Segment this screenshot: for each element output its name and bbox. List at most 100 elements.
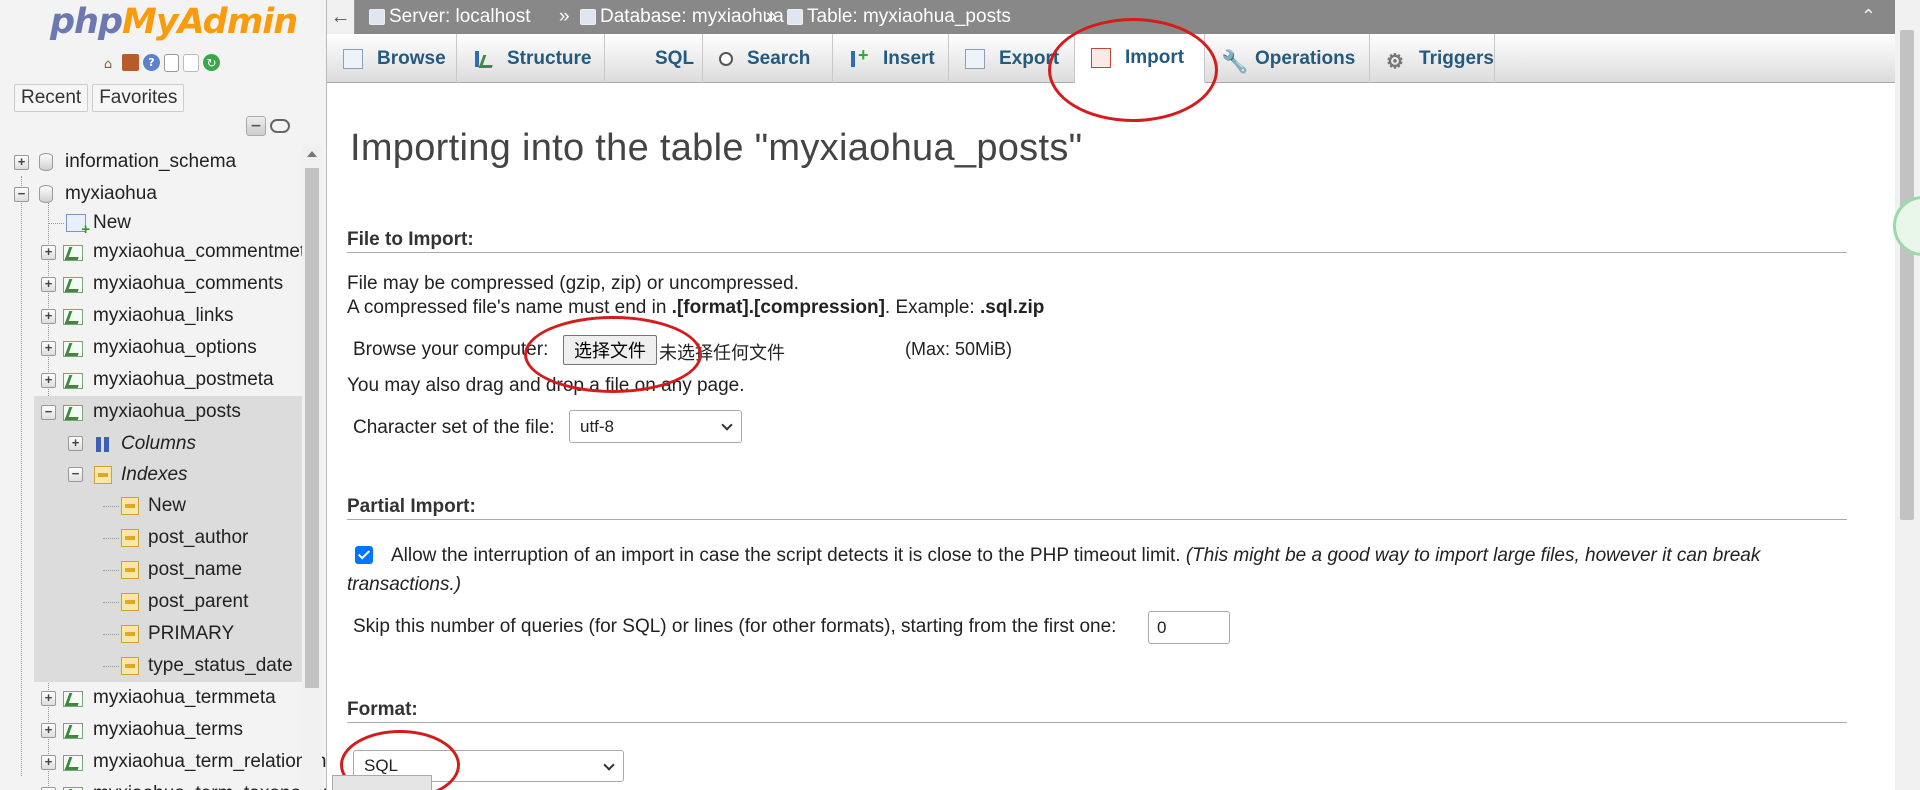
tree-index-new[interactable]: New (0, 490, 302, 522)
recent-tab[interactable]: Recent (14, 84, 89, 112)
tree-label[interactable]: New (93, 212, 131, 234)
format-value: SQL (364, 756, 399, 775)
scrollbar-thumb[interactable] (1900, 30, 1914, 520)
tab-operations[interactable]: 🔧 Operations (1205, 34, 1370, 83)
tree-db-information-schema[interactable]: + information_schema (0, 146, 302, 178)
console-tab[interactable] (332, 775, 432, 790)
tree-index-item[interactable]: post_author (0, 522, 302, 554)
allow-interrupt-checkbox[interactable] (355, 546, 373, 564)
collapse-top-icon[interactable]: ⌃ (1861, 6, 1876, 27)
breadcrumb: ← Server: localhost » Database: myxiaohu… (327, 0, 1900, 34)
expand-icon[interactable]: + (41, 722, 56, 738)
breadcrumb-sep: » (559, 6, 570, 28)
home-icon[interactable]: ⌂ (98, 54, 118, 74)
tree-label[interactable]: myxiaohua_terms (93, 719, 243, 741)
expand-icon[interactable]: + (68, 436, 83, 451)
tab-search[interactable]: Search (703, 34, 833, 83)
tree-table-terms[interactable]: + myxiaohua_terms (0, 714, 302, 746)
tab-triggers[interactable]: ⚙ Triggers (1370, 34, 1495, 83)
page-scrollbar[interactable] (1895, 0, 1920, 790)
tab-import[interactable]: Import (1075, 34, 1205, 83)
phpmyadmin-logo[interactable]: phpMyAdmin (50, 2, 298, 42)
tree-label[interactable]: myxiaohua_options (93, 337, 257, 359)
docs-icon[interactable] (164, 54, 179, 72)
tree-label[interactable]: post_parent (148, 591, 248, 613)
tree-index-item[interactable]: PRIMARY (0, 618, 302, 650)
tree-label[interactable]: myxiaohua (65, 183, 157, 205)
tree-label[interactable]: myxiaohua_postmeta (93, 369, 274, 391)
breadcrumb-database[interactable]: Database: myxiaohua (580, 6, 784, 28)
collapse-icon[interactable]: − (14, 186, 29, 202)
exit-icon[interactable] (122, 54, 139, 71)
scrollbar-thumb[interactable] (305, 168, 319, 688)
expand-icon[interactable]: + (14, 154, 29, 170)
reload-icon[interactable]: ↻ (203, 54, 220, 71)
tab-export[interactable]: Export (949, 34, 1075, 83)
link-with-main-icon[interactable] (270, 119, 290, 133)
tab-browse[interactable]: Browse (327, 34, 457, 83)
tree-new-table[interactable]: New (0, 210, 302, 238)
logo-myadmin-text: MyAdmin (122, 2, 298, 42)
tree-label[interactable]: post_author (148, 527, 248, 549)
tree-label[interactable]: Columns (121, 433, 196, 455)
tree-label[interactable]: myxiaohua_termmeta (93, 687, 276, 709)
charset-label: Character set of the file: (353, 417, 555, 438)
tree-label[interactable]: myxiaohua_comments (93, 273, 283, 295)
expand-icon[interactable]: + (41, 308, 56, 324)
expand-icon[interactable]: + (41, 276, 56, 292)
settings-icon[interactable] (183, 54, 199, 72)
breadcrumb-server-label: Server: localhost (389, 6, 531, 27)
tree-label[interactable]: myxiaohua_term_taxonomy (93, 783, 326, 790)
charset-select[interactable]: utf-8 (569, 410, 742, 443)
tab-sql[interactable]: SQL (605, 34, 703, 83)
expand-icon[interactable]: + (41, 754, 56, 770)
tree-label[interactable]: information_schema (65, 151, 236, 173)
choose-file-button[interactable]: 选择文件 (563, 335, 657, 365)
expand-icon[interactable]: + (41, 690, 56, 706)
tree-label[interactable]: Indexes (121, 464, 188, 486)
back-arrow-icon[interactable]: ← (327, 0, 355, 34)
tree-table-posts[interactable]: − myxiaohua_posts (0, 396, 302, 428)
expand-icon[interactable]: + (41, 340, 56, 356)
tree-label[interactable]: New (148, 495, 186, 517)
tab-structure[interactable]: Structure (457, 34, 605, 83)
breadcrumb-server[interactable]: Server: localhost (369, 6, 531, 28)
tree-table-term-relationships[interactable]: + myxiaohua_term_relationships (0, 746, 326, 778)
tree-db-myxiaohua[interactable]: − myxiaohua (0, 178, 302, 210)
collapse-icon[interactable]: − (68, 467, 83, 482)
tree-label[interactable]: post_name (148, 559, 242, 581)
tree-table-term-taxonomy[interactable]: + myxiaohua_term_taxonomy (0, 778, 326, 790)
breadcrumb-table[interactable]: Table: myxiaohua_posts (787, 6, 1011, 28)
tree-table-postmeta[interactable]: + myxiaohua_postmeta (0, 364, 302, 396)
tree-table-termmeta[interactable]: + myxiaohua_termmeta (0, 682, 302, 714)
tree-label[interactable]: PRIMARY (148, 623, 234, 645)
tree-label[interactable]: myxiaohua_posts (93, 401, 241, 423)
wrench-icon: 🔧 (1221, 48, 1249, 74)
tree-label[interactable]: myxiaohua_commentmeta (93, 241, 316, 263)
sidebar-scrollbar[interactable] (302, 146, 322, 790)
help-icon[interactable]: ? (143, 54, 160, 71)
tree-columns[interactable]: + Columns (0, 428, 302, 459)
collapse-icon[interactable]: − (41, 404, 56, 420)
index-icon (121, 593, 139, 611)
tree-label[interactable]: myxiaohua_links (93, 305, 233, 327)
tree-index-item[interactable]: post_name (0, 554, 302, 586)
tree-label[interactable]: myxiaohua_term_relationships (93, 751, 326, 773)
scroll-up-arrow-icon[interactable] (307, 151, 317, 157)
expand-icon[interactable]: + (41, 372, 56, 388)
favorites-tab[interactable]: Favorites (92, 84, 185, 112)
tree-table-commentmeta[interactable]: + myxiaohua_commentmeta (0, 236, 316, 268)
expand-icon[interactable]: + (41, 786, 56, 790)
expand-icon[interactable]: + (41, 244, 56, 260)
tree-table-links[interactable]: + myxiaohua_links (0, 300, 302, 332)
skip-queries-input[interactable]: 0 (1148, 611, 1230, 644)
tree-table-comments[interactable]: + myxiaohua_comments (0, 268, 302, 300)
tree-index-item[interactable]: post_parent (0, 586, 302, 618)
tree-indexes[interactable]: − Indexes (0, 459, 302, 490)
table-icon (63, 403, 83, 421)
tab-insert[interactable]: Insert (833, 34, 949, 83)
collapse-all-button[interactable]: − (246, 116, 266, 136)
tree-index-item[interactable]: type_status_date (0, 650, 302, 682)
tree-label[interactable]: type_status_date (148, 655, 293, 677)
tree-table-options[interactable]: + myxiaohua_options (0, 332, 302, 364)
